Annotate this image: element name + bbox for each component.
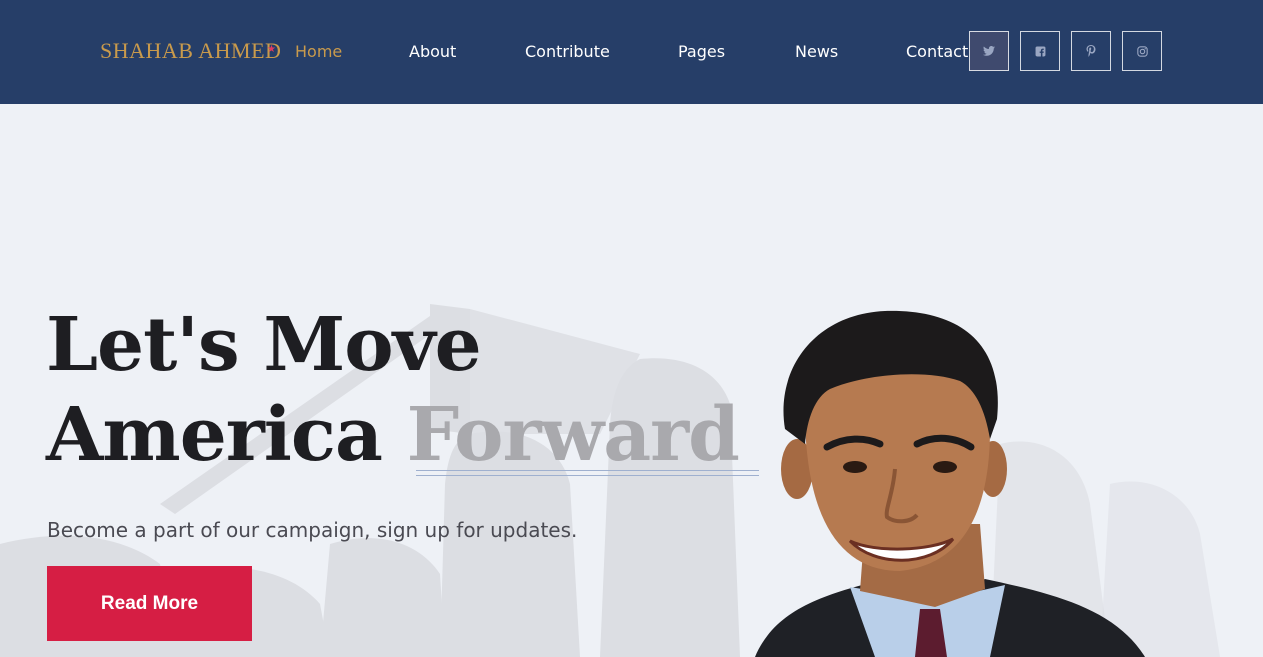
hero-section: Let's Move America Forward Become a part… — [0, 104, 1263, 657]
headline-accent-word: Forward — [406, 392, 740, 478]
headline-prefix: America — [46, 392, 407, 478]
hero-subtitle: Become a part of our campaign, sign up f… — [47, 518, 578, 542]
site-header: SHAHAB AHMED ★ Home About Contribute Pag… — [0, 0, 1263, 104]
headline-line-2: America Forward — [46, 390, 740, 480]
candidate-portrait — [755, 310, 1145, 657]
instagram-icon — [1136, 45, 1148, 57]
site-logo[interactable]: SHAHAB AHMED — [100, 38, 281, 64]
twitter-button[interactable] — [969, 31, 1009, 71]
pinterest-button[interactable] — [1071, 31, 1111, 71]
pinterest-icon — [1086, 45, 1096, 57]
nav-news[interactable]: News — [795, 42, 838, 61]
twitter-icon — [983, 46, 995, 56]
nav-contribute[interactable]: Contribute — [525, 42, 610, 61]
read-more-button[interactable]: Read More — [47, 566, 252, 641]
hero-headline: Let's Move America Forward — [46, 300, 740, 480]
nav-contact[interactable]: Contact — [906, 42, 968, 61]
accent-underline — [416, 470, 759, 476]
nav-home[interactable]: Home — [295, 42, 342, 61]
star-icon: ★ — [267, 44, 276, 55]
nav-about[interactable]: About — [409, 42, 456, 61]
headline-line-1: Let's Move — [46, 302, 482, 388]
instagram-button[interactable] — [1122, 31, 1162, 71]
facebook-icon — [1035, 46, 1045, 56]
nav-pages[interactable]: Pages — [678, 42, 725, 61]
facebook-button[interactable] — [1020, 31, 1060, 71]
